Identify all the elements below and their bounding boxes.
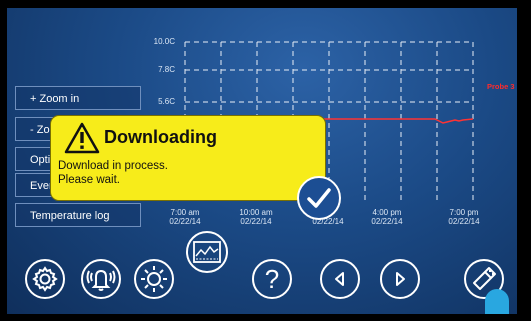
y-tick-label: 5.6C — [158, 97, 175, 106]
previous-button[interactable] — [320, 259, 360, 299]
touch-indicator — [485, 289, 509, 314]
next-arrow-icon — [396, 272, 405, 286]
dialog-message-line: Please wait. — [58, 174, 121, 186]
brightness-icon — [141, 266, 167, 292]
alarm-bell-icon — [86, 269, 116, 291]
settings-button[interactable] — [25, 259, 65, 299]
confirm-check-icon — [307, 188, 331, 208]
x-tick-label: 7:00 am 02/22/14 — [160, 208, 210, 226]
x-tick-time: 7:00 pm — [449, 208, 479, 217]
x-tick-label: 10:00 am 02/22/14 — [231, 208, 281, 226]
dialog-title: Downloading — [104, 127, 217, 147]
series-label-probe-3: Probe 3 — [487, 82, 515, 91]
x-tick-time: 10:00 am — [239, 208, 273, 217]
x-tick-label: 4:00 pm 02/22/14 — [362, 208, 412, 226]
dialog-message-line: Download in process. — [58, 160, 168, 172]
next-button[interactable] — [380, 259, 420, 299]
x-tick-date: 02/22/14 — [240, 217, 272, 226]
zoom-in-button[interactable]: + Zoom in — [15, 86, 141, 110]
help-button[interactable]: ? — [252, 259, 292, 299]
alarm-button[interactable] — [81, 259, 121, 299]
device-screen: 10.0C 7.8C 5.6C Probe 3 7:00 am 02/22/14… — [7, 8, 517, 314]
y-tick-label: 7.8C — [158, 65, 175, 74]
confirm-button[interactable] — [297, 176, 341, 220]
previous-arrow-icon — [335, 272, 344, 286]
x-tick-label: 7:00 pm 02/22/14 — [439, 208, 489, 226]
y-tick-label: 10.0C — [153, 37, 175, 46]
graph-view-button[interactable] — [186, 231, 228, 273]
warning-icon — [64, 122, 100, 154]
downloading-dialog: Downloading Download in process. Please … — [50, 115, 326, 201]
x-tick-date: 02/22/14 — [448, 217, 480, 226]
x-tick-time: 4:00 pm — [372, 208, 402, 217]
help-icon: ? — [264, 263, 280, 294]
brightness-button[interactable] — [134, 259, 174, 299]
x-tick-date: 02/22/14 — [169, 217, 201, 226]
x-tick-date: 02/22/14 — [371, 217, 403, 226]
dialog-message: Download in process. Please wait. — [58, 159, 168, 187]
graph-view-icon — [193, 241, 221, 263]
x-tick-time: 7:00 am — [170, 208, 200, 217]
gear-icon — [32, 266, 58, 292]
temperature-log-button[interactable]: Temperature log — [15, 203, 141, 227]
